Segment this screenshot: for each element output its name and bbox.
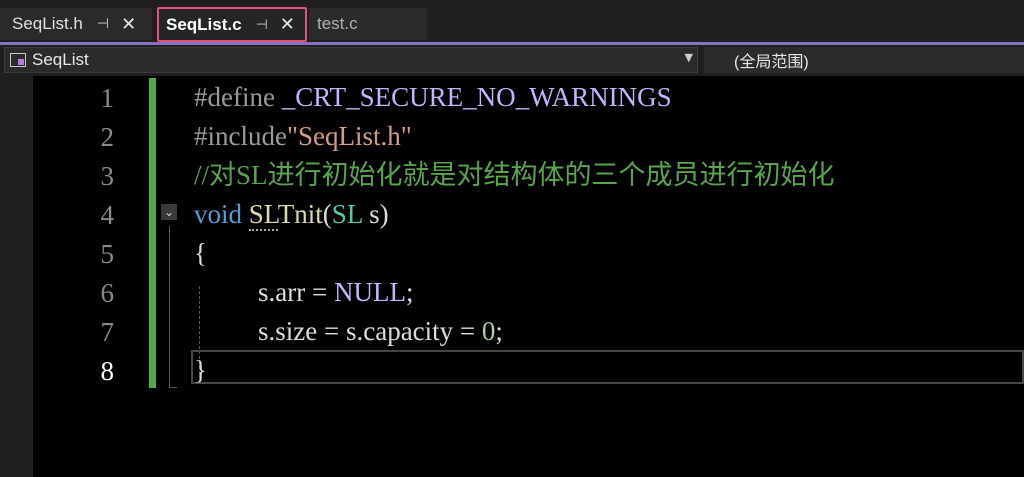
code-brace: { — [194, 238, 207, 268]
preprocessor-directive: #include — [194, 121, 287, 151]
punctuation: ; — [405, 277, 414, 307]
chevron-down-icon[interactable]: ▼ — [685, 51, 693, 64]
navigation-bar: SeqList ▼ (全局范围) — [0, 45, 1024, 76]
scope-label: SeqList — [32, 50, 89, 69]
scope-dropdown[interactable]: SeqList ▼ — [4, 47, 698, 73]
punctuation: ( — [322, 199, 332, 229]
function-name-squiggle: SL — [248, 199, 278, 231]
member-dropdown[interactable]: (全局范围) — [704, 47, 1024, 73]
code-line: #define _CRT_SECURE_NO_WARNINGS — [194, 78, 672, 117]
close-icon[interactable]: ✕ — [121, 14, 136, 35]
code-comment: //对SL进行初始化就是对结构体的三个成员进行初始化 — [194, 160, 835, 190]
tab-label: SeqList.h — [12, 14, 83, 33]
tab-seqlist-c[interactable]: SeqList.c ⊣ ✕ — [157, 7, 307, 42]
code-line: void SLTnit(SL s) — [194, 195, 389, 234]
code-line: s.arr = NULL; — [258, 273, 413, 312]
macro-name: _CRT_SECURE_NO_WARNINGS — [274, 82, 672, 112]
close-icon[interactable]: ✕ — [280, 14, 295, 35]
punctuation: ) — [379, 199, 389, 229]
fold-guide — [169, 226, 170, 388]
member-access: s.capacity — [345, 316, 454, 346]
operator: = — [453, 316, 482, 346]
function-name-rest: Tnit — [277, 199, 323, 229]
function-name: SLTnit — [248, 199, 323, 231]
tab-test-c[interactable]: test.c — [309, 8, 427, 40]
line-number: 4 — [100, 200, 115, 230]
pin-icon[interactable]: ⊣ — [97, 16, 109, 32]
member-access: s.arr — [258, 277, 306, 307]
code-brace: } — [194, 355, 207, 385]
code-line: s.size = s.capacity = 0; — [258, 312, 503, 351]
include-path: "SeqList.h" — [286, 121, 412, 151]
line-number-current: 8 — [100, 356, 115, 386]
project-icon — [10, 53, 26, 67]
tab-seqlist-h[interactable]: SeqList.h ⊣ ✕ — [0, 8, 152, 40]
punctuation: ; — [495, 316, 503, 346]
member-label: (全局范围) — [734, 54, 809, 71]
tab-label: test.c — [317, 14, 358, 33]
parameter: s — [362, 199, 380, 229]
number-literal: 0 — [481, 316, 496, 346]
line-number: 5 — [100, 239, 115, 269]
operator: = — [317, 316, 346, 346]
line-number: 3 — [100, 161, 115, 191]
keyword: void — [194, 199, 243, 229]
editor-margin — [0, 76, 33, 477]
fold-toggle-icon[interactable]: ⌄ — [161, 204, 177, 220]
member-access: s.size — [258, 316, 318, 346]
code-line: #include"SeqList.h" — [194, 117, 412, 156]
tab-label: SeqList.c — [166, 14, 242, 34]
fold-guide-end — [169, 387, 177, 388]
preprocessor-directive: #define — [194, 82, 275, 112]
pin-icon[interactable]: ⊣ — [256, 17, 268, 33]
change-indicator — [149, 78, 156, 388]
code-area[interactable]: #define _CRT_SECURE_NO_WARNINGS #include… — [194, 76, 835, 386]
current-line-highlight — [191, 350, 1024, 384]
tab-strip: SeqList.h ⊣ ✕ SeqList.c ⊣ ✕ test.c — [0, 0, 1024, 42]
operator: = — [305, 277, 334, 307]
line-number: 1 — [100, 83, 115, 113]
type-name: SL — [331, 199, 363, 229]
macro-null: NULL — [333, 277, 406, 307]
line-number: 7 — [100, 317, 115, 347]
line-number: 6 — [100, 278, 115, 308]
code-editor[interactable]: 1 2 3 4 5 6 7 8 ⌄ #define _CRT_SECURE_NO… — [0, 76, 1024, 477]
line-number: 2 — [100, 122, 115, 152]
